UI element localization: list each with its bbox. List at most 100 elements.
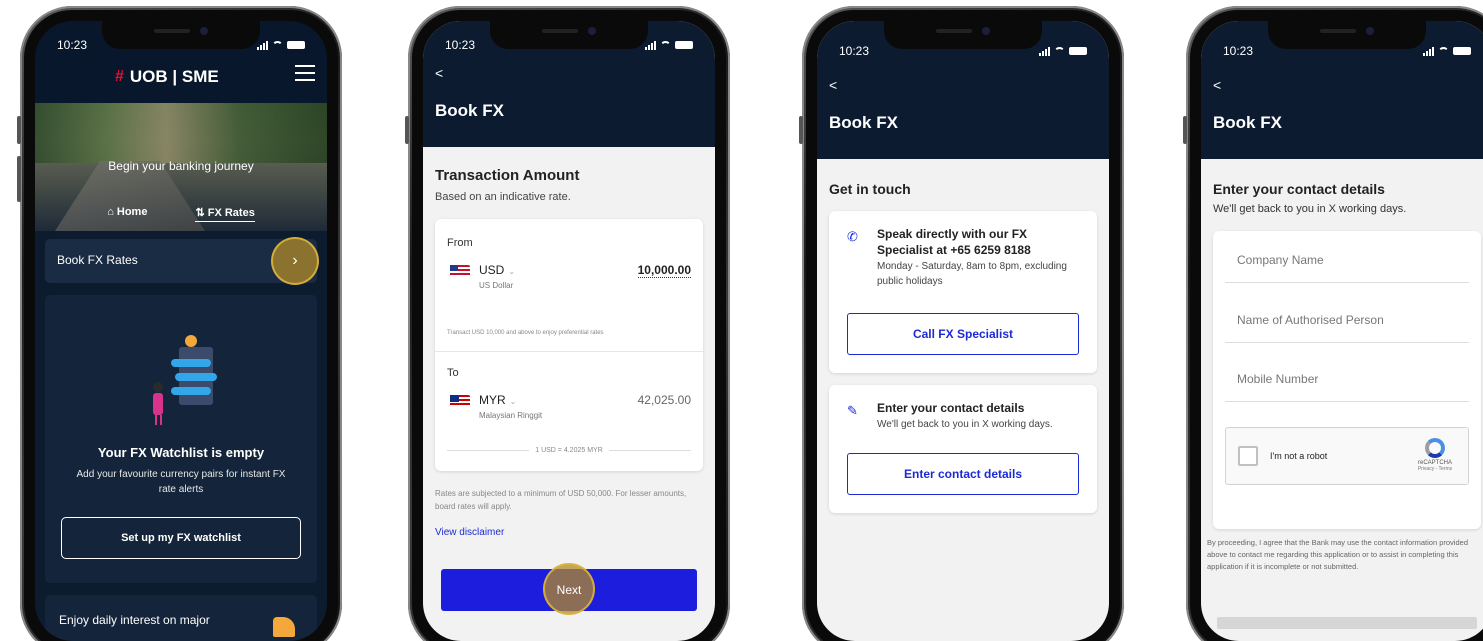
tab-home-label: Home: [116, 206, 148, 218]
from-amount-input[interactable]: 10,000.00: [637, 263, 691, 278]
status-time: 10:23: [57, 38, 88, 52]
speak-title: Speak directly with our FX Specialist at…: [877, 227, 1031, 257]
phone-frame-4: 10:23 < Book FX Enter your contact detai…: [1183, 6, 1483, 641]
status-icons: [257, 40, 305, 50]
status-time: 10:23: [1223, 44, 1254, 58]
submit-button[interactable]: [1217, 617, 1477, 629]
wifi-icon: [1054, 47, 1065, 55]
view-disclaimer-link[interactable]: View disclaimer: [435, 527, 504, 538]
company-name-field[interactable]: Company Name: [1225, 253, 1469, 283]
call-specialist-card: ✆ Speak directly with our FX Specialist …: [829, 211, 1097, 373]
showcase-stage: 10:23 # UOB | SME Begin your banking jou…: [0, 0, 1483, 641]
recaptcha-checkbox[interactable]: [1238, 446, 1258, 466]
signal-icon: [645, 40, 656, 50]
watchlist-title: Your FX Watchlist is empty: [97, 445, 265, 460]
status-icons: [1423, 46, 1471, 56]
screen-transaction-amount: 10:23 < Book FX Transaction Amount Based…: [423, 21, 715, 641]
signal-icon: [257, 40, 268, 50]
notch: [102, 21, 260, 49]
notch: [490, 21, 648, 49]
speak-hours: Monday - Saturday, 8am to 8pm, excluding…: [877, 261, 1067, 287]
phone-side-button: [405, 116, 409, 144]
screen-contact-form: 10:23 < Book FX Enter your contact detai…: [1201, 21, 1483, 641]
contact-details-text: Enter your contact details We'll get bac…: [877, 401, 1085, 432]
back-icon[interactable]: <: [829, 77, 837, 93]
status-time: 10:23: [839, 44, 870, 58]
contact-subtitle: We'll get back to you in X working days.: [877, 419, 1053, 430]
battery-icon: [1069, 47, 1087, 55]
page-title: Book FX: [1213, 113, 1282, 132]
signal-icon: [1423, 46, 1434, 56]
recaptcha-logo: reCAPTCHA Privacy - Terms: [1410, 438, 1460, 472]
battery-icon: [287, 41, 305, 49]
phone-side-button: [799, 116, 803, 144]
to-label: To: [447, 367, 459, 379]
status-icons: [1039, 46, 1087, 56]
section-subtitle: Based on an indicative rate.: [435, 191, 571, 203]
divider: [435, 351, 703, 352]
recaptcha-label: I'm not a robot: [1270, 451, 1328, 461]
from-currency-code: USD: [479, 263, 505, 277]
book-fx-rates-label: Book FX Rates: [57, 253, 138, 267]
chevron-right-icon[interactable]: ›: [271, 237, 319, 285]
phone-side-button: [1183, 116, 1187, 144]
phone-side-button: [17, 116, 21, 144]
section-title: Enter your contact details: [1213, 181, 1385, 197]
section-title: Transaction Amount: [435, 167, 580, 184]
mobile-number-field[interactable]: Mobile Number: [1225, 372, 1469, 402]
back-icon[interactable]: <: [435, 65, 443, 81]
status-time: 10:23: [445, 38, 476, 52]
brand-logo[interactable]: # UOB | SME: [115, 67, 219, 87]
screen-get-in-touch: 10:23 < Book FX Get in touch ✆ Speak dir…: [817, 21, 1109, 641]
next-button[interactable]: Next: [441, 563, 697, 615]
notch: [884, 21, 1042, 49]
phone-icon: ✆: [847, 229, 858, 244]
call-fx-specialist-button[interactable]: Call FX Specialist: [847, 313, 1079, 355]
hamburger-menu-icon[interactable]: [295, 65, 315, 81]
from-currency-name: US Dollar: [479, 281, 514, 290]
fx-watchlist-card: Your FX Watchlist is empty Add your favo…: [45, 295, 317, 583]
phone-frame-1: 10:23 # UOB | SME Begin your banking jou…: [17, 6, 342, 641]
page-title: Book FX: [829, 113, 898, 132]
next-button-label: Next: [556, 583, 582, 597]
section-subtitle: We'll get back to you in X working days.: [1213, 203, 1407, 215]
call-specialist-text: Speak directly with our FX Specialist at…: [877, 227, 1085, 289]
amount-card: From USD ⌄ US Dollar 10,000.00 Transact U…: [435, 219, 703, 471]
promo-card[interactable]: Enjoy daily interest on major: [45, 595, 317, 641]
watchlist-subtitle: Add your favourite currency pairs for in…: [76, 469, 286, 495]
contact-details-card: ✎ Enter your contact details We'll get b…: [829, 385, 1097, 513]
recaptcha-links[interactable]: Privacy - Terms: [1410, 466, 1460, 472]
promo-text: Enjoy daily interest on major: [59, 613, 210, 627]
authorised-person-field[interactable]: Name of Authorised Person: [1225, 313, 1469, 343]
phone-side-button: [17, 156, 21, 202]
signal-icon: [1039, 46, 1050, 56]
brand-text: UOB | SME: [129, 67, 219, 86]
notch: [1268, 21, 1426, 49]
tab-fx-rates[interactable]: ⇅ FX Rates: [195, 206, 255, 222]
rate-disclaimer: Rates are subjected to a minimum of USD …: [435, 489, 687, 511]
us-flag-icon: [450, 265, 470, 277]
consent-text: By proceeding, I agree that the Bank may…: [1207, 538, 1468, 571]
tab-fx-rates-label: FX Rates: [207, 207, 255, 219]
exchange-rate: 1 USD = 4.2025 MYR: [447, 447, 691, 454]
back-icon[interactable]: <: [1213, 77, 1221, 93]
home-tabs: ⌂ Home ⇅ FX Rates: [35, 206, 327, 222]
screen-home: 10:23 # UOB | SME Begin your banking jou…: [35, 21, 327, 641]
from-currency-select[interactable]: USD ⌄: [479, 263, 515, 277]
setup-watchlist-button[interactable]: Set up my FX watchlist: [61, 517, 301, 559]
pencil-icon: ✎: [847, 403, 858, 418]
status-icons: [645, 40, 693, 50]
chevron-down-icon: ⌄: [509, 397, 517, 406]
wifi-icon: [660, 41, 671, 49]
wifi-icon: [1438, 47, 1449, 55]
chevron-down-icon: ⌄: [508, 267, 516, 276]
enter-contact-details-button[interactable]: Enter contact details: [847, 453, 1079, 495]
tab-home[interactable]: ⌂ Home: [107, 206, 147, 222]
battery-icon: [675, 41, 693, 49]
to-currency-select[interactable]: MYR ⌄: [479, 393, 516, 407]
hero-text: Begin your banking journey: [108, 159, 254, 173]
section-title: Get in touch: [829, 181, 911, 197]
watchlist-illustration-icon: [153, 335, 217, 425]
phone-frame-2: 10:23 < Book FX Transaction Amount Based…: [405, 6, 730, 641]
contact-title: Enter your contact details: [877, 401, 1025, 415]
